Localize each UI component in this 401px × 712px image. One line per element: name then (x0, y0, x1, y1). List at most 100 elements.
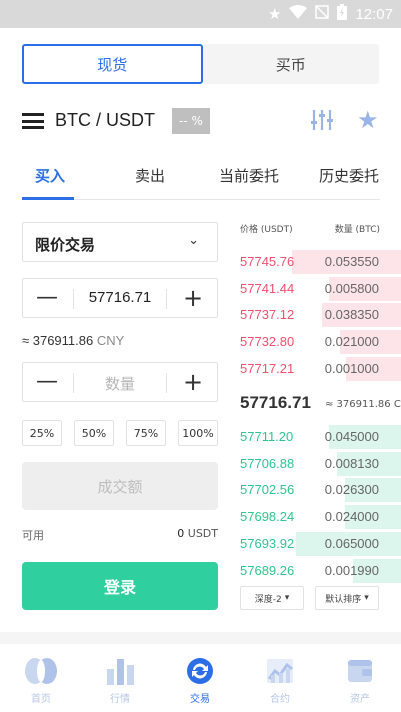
bid-amount: 0.045000 (324, 429, 379, 444)
order-type-label: 限价交易 (35, 236, 96, 254)
orderbook-price-header: 价格 (USDT) (240, 225, 293, 235)
last-price: 57716.71 (240, 393, 311, 412)
ask-row[interactable]: 57745.76 0.053550 (240, 249, 401, 275)
nav-contract[interactable]: 合约 (250, 656, 310, 705)
approx-unit: CNY (96, 333, 125, 348)
nav-trade-label: 交易 (190, 694, 210, 705)
battery-icon (337, 4, 348, 24)
pair-name[interactable]: BTC / USDT (55, 110, 155, 131)
bid-row[interactable]: 57693.92 0.065000 (240, 531, 401, 557)
nav-assets-label: 资产 (350, 694, 370, 705)
percent-50-button[interactable]: 50% (74, 420, 114, 446)
available-value: 0 (177, 527, 185, 540)
sort-select[interactable]: 默认排序 ▾ (315, 586, 379, 610)
caret-down-icon: ▾ (364, 593, 369, 603)
nav-market[interactable]: 行情 (90, 656, 150, 705)
pair-header: BTC / USDT -- % ★ (22, 106, 382, 136)
last-price-cny: ≈ 376911.86 CNY (325, 399, 401, 410)
no-sim-icon (315, 5, 330, 23)
market-segment: 现货 买币 (22, 44, 379, 84)
amount-minus-button[interactable]: — (35, 369, 59, 394)
amount-input[interactable]: 数量 (74, 373, 166, 394)
wifi-icon (289, 5, 308, 23)
order-tabs: 买入 卖出 当前委托 历史委托 (22, 160, 380, 200)
available-unit: USDT (187, 527, 218, 540)
ask-row[interactable]: 57737.12 0.038350 (240, 302, 401, 328)
nav-assets[interactable]: 资产 (330, 656, 390, 705)
price-stepper: — 57716.71 + (22, 278, 218, 318)
star-status-icon: ★ (268, 5, 282, 23)
trade-icon (170, 656, 230, 686)
nav-trade[interactable]: 交易 (170, 656, 230, 705)
percent-25-button[interactable]: 25% (22, 420, 62, 446)
bid-amount: 0.065000 (324, 535, 379, 551)
ask-price: 57717.21 (240, 360, 295, 376)
contract-icon (250, 656, 310, 686)
segment-spot[interactable]: 现货 (22, 44, 203, 84)
ask-row[interactable]: 57741.44 0.005800 (240, 276, 401, 302)
ask-amount: 0.021000 (324, 334, 379, 350)
bid-row[interactable]: 57689.26 0.001990 (240, 558, 401, 584)
tab-open-orders[interactable]: 当前委托 (219, 165, 279, 186)
bid-price: 57702.56 (240, 482, 295, 498)
sort-select-value: 默认排序 (325, 594, 362, 605)
nav-contract-label: 合约 (270, 694, 290, 705)
bid-price: 57706.88 (240, 455, 295, 471)
tab-sell[interactable]: 卖出 (135, 165, 165, 186)
bid-amount: 0.026300 (324, 482, 379, 498)
price-plus-button[interactable]: + (181, 284, 205, 312)
favorite-star-icon[interactable]: ★ (357, 106, 379, 134)
separator (0, 632, 401, 644)
bid-amount: 0.008130 (324, 455, 379, 471)
sliders-icon[interactable] (310, 108, 334, 132)
depth-select[interactable]: 深度-2 ▾ (240, 586, 304, 610)
price-minus-button[interactable]: — (35, 285, 59, 310)
bid-price: 57711.20 (240, 429, 294, 444)
ask-amount: 0.053550 (324, 254, 379, 269)
bid-price: 57693.92 (240, 535, 295, 551)
status-bar: ★ 12:07 (0, 0, 401, 28)
home-icon (11, 656, 71, 686)
approx-value: ≈ 376911.86 (22, 333, 94, 348)
tab-buy[interactable]: 买入 (35, 165, 65, 186)
segment-buy-coin[interactable]: 买币 (202, 44, 379, 84)
price-input[interactable]: 57716.71 (74, 289, 166, 306)
turnover-field[interactable]: 成交额 (22, 462, 218, 510)
bid-amount: 0.024000 (324, 509, 379, 525)
ask-price: 57745.76 (240, 254, 295, 269)
order-type-select[interactable]: 限价交易 ⌄ (22, 222, 218, 262)
ask-price: 57741.44 (240, 280, 295, 296)
price-cny-equivalent: ≈ 376911.86 CNY (22, 333, 124, 348)
caret-down-icon: ▾ (284, 593, 290, 603)
bottom-nav: 首页 行情 交易 合约 资产 (0, 648, 401, 712)
bid-row[interactable]: 57706.88 0.008130 (240, 451, 401, 477)
bid-amount: 0.001990 (324, 562, 379, 578)
bid-row[interactable]: 57698.24 0.024000 (240, 504, 401, 530)
ask-price: 57737.12 (240, 307, 295, 323)
bid-row[interactable]: 57711.20 0.045000 (240, 424, 401, 450)
tab-order-history[interactable]: 历史委托 (319, 165, 379, 186)
ask-row[interactable]: 57717.21 0.001000 (240, 356, 401, 382)
ask-amount: 0.038350 (324, 307, 379, 323)
depth-select-value: 深度-2 (254, 594, 282, 605)
nav-home[interactable]: 首页 (11, 656, 71, 705)
ask-amount: 0.001000 (324, 360, 379, 376)
amount-plus-button[interactable]: + (181, 368, 205, 396)
percent-100-button[interactable]: 100% (178, 420, 218, 446)
bid-row[interactable]: 57702.56 0.026300 (240, 477, 401, 503)
percent-75-button[interactable]: 75% (126, 420, 166, 446)
amount-stepper: — 数量 + (22, 362, 218, 402)
available-label: 可用 (22, 529, 44, 542)
tab-underline (22, 197, 74, 200)
wallet-icon (330, 656, 390, 686)
ask-row[interactable]: 57732.80 0.021000 (240, 329, 401, 355)
bid-price: 57698.24 (240, 509, 295, 525)
ask-amount: 0.005800 (324, 280, 379, 296)
nav-home-label: 首页 (31, 694, 51, 705)
nav-market-label: 行情 (110, 694, 130, 705)
bid-price: 57689.26 (240, 562, 295, 578)
ask-price: 57732.80 (240, 334, 295, 350)
menu-icon[interactable] (22, 113, 44, 129)
market-icon (90, 656, 150, 686)
login-button[interactable]: 登录 (22, 562, 218, 610)
